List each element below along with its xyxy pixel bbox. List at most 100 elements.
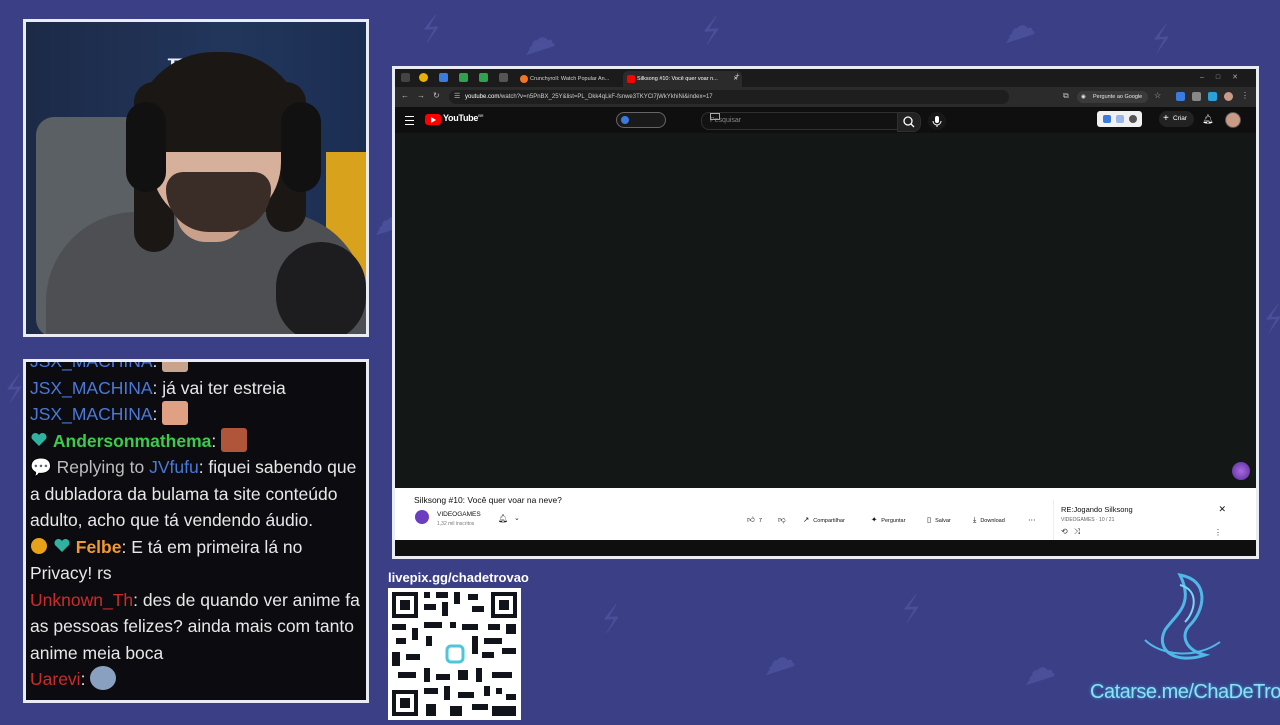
chevron-down-icon[interactable]: ⌄ xyxy=(514,514,520,522)
chat-username: JSX_MACHINA xyxy=(30,377,153,398)
chat-username: Felbe xyxy=(75,536,122,557)
search-input[interactable]: Pesquisar xyxy=(701,112,899,130)
new-tab-icon[interactable]: + xyxy=(735,71,740,80)
voice-search-button[interactable] xyxy=(928,112,946,130)
download-icon: ⤓ xyxy=(973,515,977,524)
close-icon[interactable]: ✕ xyxy=(1218,504,1226,515)
crunchyroll-icon xyxy=(520,75,528,83)
livepix-qr-code xyxy=(388,588,521,720)
sub-badge-icon xyxy=(30,536,48,554)
subscriber-count: 1,32 mil inscritos xyxy=(437,521,475,527)
channel-name[interactable]: VIDEOGAMES xyxy=(437,511,481,518)
thumbs-up-icon: 👍︎ xyxy=(747,515,755,524)
playlist-title[interactable]: RE:Jogando Silksong xyxy=(1061,505,1133,514)
profile-avatar[interactable] xyxy=(1224,92,1233,101)
chat-message: JSX_MACHINA: xyxy=(30,401,362,428)
chat-message: Uarevi: xyxy=(30,666,362,693)
back-icon[interactable]: ← xyxy=(401,91,409,100)
keyboard-icon[interactable] xyxy=(710,113,720,120)
site-info-icon[interactable]: ☰ xyxy=(454,92,460,100)
subscription-bell-icon[interactable]: 🔔︎ xyxy=(498,514,508,523)
extension-icon[interactable] xyxy=(1129,115,1137,123)
extension-icon[interactable] xyxy=(1103,115,1111,123)
more-vertical-icon[interactable]: ⋮ xyxy=(1214,528,1222,537)
chat-username: JSX_MACHINA xyxy=(30,404,153,424)
extension-icon[interactable] xyxy=(1192,92,1201,101)
extension-icon[interactable] xyxy=(1208,92,1217,101)
account-avatar[interactable] xyxy=(1225,112,1241,128)
emote-icon xyxy=(162,401,189,425)
pinned-tab-icon[interactable] xyxy=(499,73,508,82)
chat-username: Unknown_Th xyxy=(30,589,134,610)
chat-message: JSX_MACHINA: já vai ter estreia xyxy=(30,377,286,398)
reload-icon[interactable]: ↻ xyxy=(433,91,440,100)
microphone xyxy=(276,242,366,334)
url-input[interactable]: ☰ youtube.com/watch?v=n5PnBX_25Y&list=PL… xyxy=(449,90,1009,104)
video-title: Silksong #10: Você quer voar na neve? xyxy=(414,495,562,505)
tab-crunchyroll[interactable]: Crunchyroll: Watch Popular An...✕ xyxy=(516,71,632,87)
hamburger-menu-icon[interactable] xyxy=(405,116,414,125)
loop-icon[interactable]: ⟲ xyxy=(1061,527,1074,536)
channel-watermark-icon[interactable] xyxy=(1232,462,1250,480)
playlist-panel: RE:Jogando Silksong VIDEOGAMES · 10 / 21… xyxy=(1053,500,1252,540)
like-button[interactable]: 👍︎ 7 xyxy=(747,513,762,526)
youtube-icon xyxy=(627,75,635,83)
create-button[interactable]: + Criar xyxy=(1159,111,1195,127)
forward-icon[interactable]: → xyxy=(417,91,425,100)
share-icon: ↗ xyxy=(803,515,810,524)
thumbs-down-icon: 👎︎ xyxy=(778,515,786,524)
pinned-tab-icon[interactable] xyxy=(479,73,488,82)
headset-icon xyxy=(126,102,166,192)
chat-message: Felbe: E tá em primeira lá no Privacy! r… xyxy=(30,536,303,584)
youtube-header: YouTubeBR Pesquisar + Criar 🔔︎ xyxy=(395,107,1256,133)
youtube-page: YouTubeBR Pesquisar + Criar 🔔︎ Silksong … xyxy=(395,107,1256,556)
video-info: Silksong #10: Você quer voar na neve? VI… xyxy=(395,488,1256,540)
webcam-frame: E: P xyxy=(23,19,369,337)
tab-bar: Crunchyroll: Watch Popular An...✕ Silkso… xyxy=(395,69,1256,87)
playlist-subtitle: VIDEOGAMES · 10 / 21 xyxy=(1061,517,1115,523)
extension-icon[interactable] xyxy=(1176,92,1185,101)
extension-pill[interactable] xyxy=(616,112,666,128)
shuffle-icon[interactable]: ⤨ xyxy=(1074,527,1086,536)
chat-username: JSX_MACHINA xyxy=(30,359,153,371)
dislike-button[interactable]: 👎︎ xyxy=(778,513,790,526)
chat-message: Andersonmathema: xyxy=(30,427,362,455)
extension-icon[interactable] xyxy=(1116,115,1124,123)
search-button[interactable] xyxy=(897,112,921,132)
extension-toolbar[interactable] xyxy=(1097,111,1142,127)
pinned-tab-icon[interactable] xyxy=(419,73,428,82)
chat-message: Unknown_Th: des de quando ver anime fa a… xyxy=(30,589,360,663)
youtube-logo-text[interactable]: YouTubeBR xyxy=(443,113,484,123)
search-icon xyxy=(903,116,915,128)
notifications-bell-icon[interactable]: 🔔︎ xyxy=(1202,114,1213,125)
emote-icon xyxy=(221,427,248,452)
more-horizontal-icon: ⋯ xyxy=(1028,515,1036,524)
tab-search-icon[interactable] xyxy=(401,73,410,82)
browser-menu-icon[interactable]: ⋮ xyxy=(1241,91,1249,100)
tab-youtube[interactable]: Silksong #10: Você quer voar n... ✕ xyxy=(623,71,742,87)
livepix-label: livepix.gg/chadetrovao xyxy=(383,568,529,588)
ask-google-button[interactable]: ◉ Pergunte ao Google xyxy=(1077,91,1149,103)
microphone-icon xyxy=(932,116,942,127)
more-actions-button[interactable]: ⋯ xyxy=(1028,513,1040,526)
chat-message: JSX_MACHINA: xyxy=(30,359,362,375)
video-player[interactable] xyxy=(395,133,1256,488)
channel-avatar[interactable] xyxy=(415,510,429,524)
install-icon[interactable]: ⧉ xyxy=(1063,91,1069,101)
youtube-logo-icon[interactable] xyxy=(425,114,441,125)
download-button[interactable]: ⤓ Download xyxy=(973,513,1005,526)
address-bar: ← → ↻ ☰ youtube.com/watch?v=n5PnBX_25Y&l… xyxy=(395,87,1256,107)
heart-badge-icon xyxy=(30,430,48,448)
pinned-tab-icon[interactable] xyxy=(459,73,468,82)
ask-button[interactable]: ✦ Perguntar xyxy=(871,513,905,526)
emote-icon xyxy=(162,362,189,372)
save-button[interactable]: ▯ Salvar xyxy=(927,513,951,526)
bookmark-star-icon[interactable]: ☆ xyxy=(1154,91,1161,100)
google-lens-icon: ◉ xyxy=(1081,94,1086,100)
reply-icon: 💬 xyxy=(30,457,57,477)
window-controls[interactable]: –□✕ xyxy=(1200,71,1250,85)
share-button[interactable]: ↗ Compartilhar xyxy=(803,513,845,526)
chat-username: Uarevi xyxy=(30,669,81,689)
pinned-tab-icon[interactable] xyxy=(439,73,448,82)
browser-window: Crunchyroll: Watch Popular An...✕ Silkso… xyxy=(392,66,1259,559)
